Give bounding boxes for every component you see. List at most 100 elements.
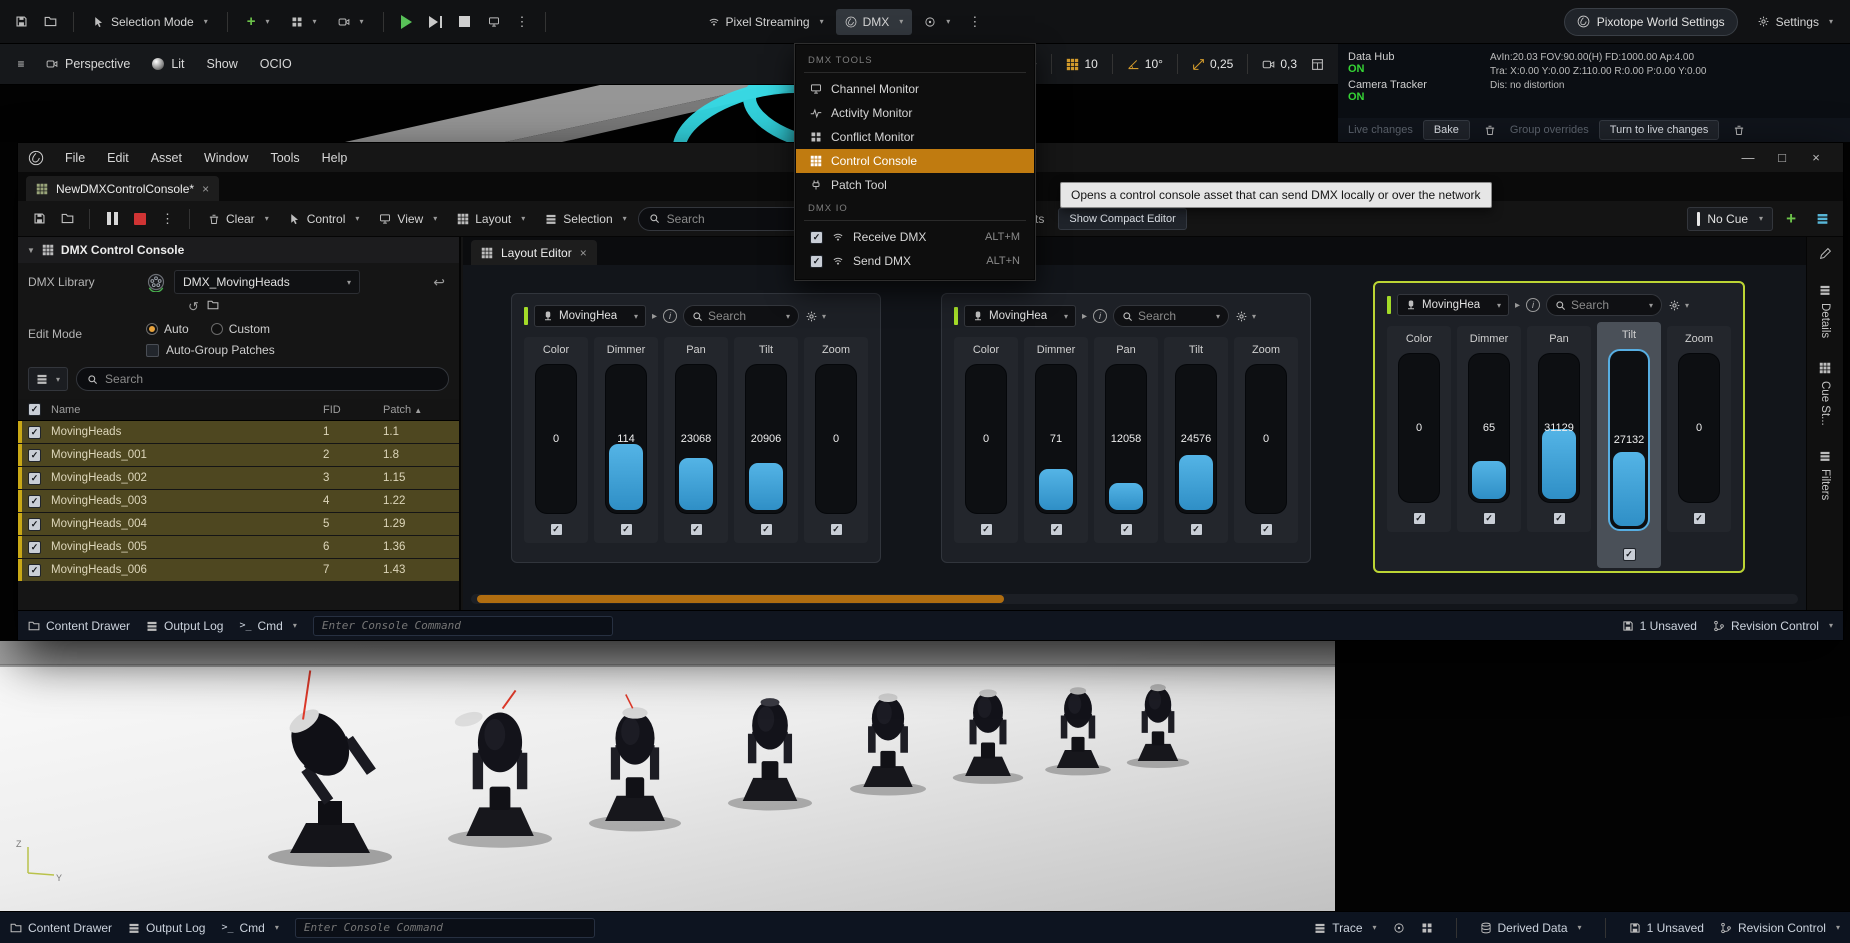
menubar-item-file[interactable]: File — [56, 143, 94, 172]
output-log-button[interactable]: Output Log — [128, 921, 205, 935]
fader-enable-checkbox[interactable]: ✓ — [1190, 523, 1203, 536]
output-log-button[interactable]: Output Log — [146, 619, 223, 633]
fader-color[interactable]: Color0✓ — [1387, 326, 1451, 532]
browse-asset-button[interactable] — [54, 206, 80, 232]
fader-dimmer[interactable]: Dimmer71✓ — [1024, 337, 1088, 543]
receive-dmx-checkbox[interactable]: ✓ — [810, 231, 823, 244]
dmx-dropdown-button[interactable]: DMX ▾ — [836, 9, 913, 35]
tab-cue-stack[interactable]: Cue St... — [1819, 362, 1831, 426]
fader-enable-checkbox[interactable]: ✓ — [1623, 548, 1636, 561]
fader-tilt[interactable]: Tilt20906✓ — [734, 337, 798, 543]
scale-snap-control[interactable]: 0,25 — [1185, 57, 1240, 71]
fader-track[interactable]: 114 — [605, 364, 647, 514]
frame-skip-button[interactable] — [423, 9, 449, 35]
ocio-dropdown[interactable]: OCIO — [250, 50, 302, 78]
fader-track[interactable]: 27132 — [1608, 349, 1650, 531]
patch-search-input[interactable]: Search — [76, 367, 449, 391]
tab-layout-editor[interactable]: Layout Editor × — [471, 240, 597, 265]
view-dropdown[interactable]: View▾ — [370, 206, 446, 232]
auto-group-patches-checkbox[interactable]: Auto-Group Patches — [146, 343, 275, 357]
fader-track[interactable]: 0 — [815, 364, 857, 514]
derived-data-dropdown[interactable]: Derived Data▾ — [1480, 921, 1582, 935]
fader-enable-checkbox[interactable]: ✓ — [1120, 523, 1133, 536]
save-console-button[interactable] — [26, 206, 52, 232]
menubar-item-asset[interactable]: Asset — [142, 143, 191, 172]
show-dropdown[interactable]: Show — [197, 50, 248, 78]
send-dmx-checkbox[interactable]: ✓ — [810, 255, 823, 268]
fader-track[interactable]: 0 — [1678, 353, 1720, 503]
lit-dropdown[interactable]: Lit — [142, 50, 194, 78]
fader-enable-checkbox[interactable]: ✓ — [830, 523, 843, 536]
auto-radio[interactable]: Auto — [146, 322, 189, 336]
maximize-button[interactable]: □ — [1765, 143, 1799, 172]
fader-color[interactable]: Color0✓ — [524, 337, 588, 543]
close-tab-icon[interactable]: × — [580, 246, 587, 260]
fader-track[interactable]: 65 — [1468, 353, 1510, 503]
fader-pan[interactable]: Pan12058✓ — [1094, 337, 1158, 543]
fader-track[interactable]: 0 — [1398, 353, 1440, 503]
settings-dropdown[interactable]: Settings ▾ — [1748, 9, 1842, 35]
menubar-item-edit[interactable]: Edit — [98, 143, 138, 172]
table-row[interactable]: ✓MovingHeads_00451.29 — [18, 513, 459, 535]
menubar-item-tools[interactable]: Tools — [261, 143, 308, 172]
viewport-3d-scene[interactable]: Z Y — [0, 641, 1335, 911]
stop-dmx-button[interactable] — [127, 206, 153, 232]
gdtf-reel-icon[interactable] — [146, 272, 166, 292]
table-row[interactable]: ✓MovingHeads_00341.22 — [18, 490, 459, 512]
close-button[interactable]: × — [1799, 143, 1833, 172]
info-icon[interactable]: i — [1093, 309, 1107, 323]
fader-enable-checkbox[interactable]: ✓ — [1413, 512, 1426, 525]
fader-track[interactable]: 24576 — [1175, 364, 1217, 514]
play-options-kebab[interactable]: ⋮ — [510, 14, 535, 30]
fader-enable-checkbox[interactable]: ✓ — [1693, 512, 1706, 525]
viewport-menu-icon[interactable]: ≡ — [8, 51, 34, 77]
perspective-dropdown[interactable]: Perspective — [36, 50, 140, 78]
tab-filters[interactable]: Filters — [1819, 450, 1831, 500]
fader-group[interactable]: MovingHea ▾ ▸ i Search ▾ ▾ Color0✓ — [941, 293, 1311, 563]
minimize-button[interactable]: — — [1731, 143, 1765, 172]
close-tab-icon[interactable]: × — [202, 182, 209, 196]
tab-details[interactable]: Details — [1819, 284, 1831, 338]
cmd-dropdown[interactable]: >_Cmd▾ — [239, 619, 296, 633]
cue-selector-dropdown[interactable]: No Cue ▾ — [1687, 207, 1773, 231]
table-row[interactable]: ✓MovingHeads11.1 — [18, 421, 459, 443]
rotation-snap-control[interactable]: 10° — [1120, 57, 1170, 71]
fader-zoom[interactable]: Zoom0✓ — [1667, 326, 1731, 532]
horizontal-scrollbar[interactable] — [471, 594, 1798, 604]
patch-table-header[interactable]: ✓ Name FID Patch ▲ — [18, 399, 459, 421]
custom-radio[interactable]: Custom — [211, 322, 270, 336]
console-command-input[interactable] — [295, 918, 595, 938]
fader-dimmer[interactable]: Dimmer65✓ — [1457, 326, 1521, 532]
fader-group-selected[interactable]: MovingHea ▾ ▸ i Search ▾ ▾ Color0✓ — [1373, 281, 1745, 573]
fader-track[interactable]: 0 — [535, 364, 577, 514]
group-search-input[interactable]: Search ▾ — [1546, 294, 1662, 316]
selection-mode-dropdown[interactable]: Selection Mode ▾ — [84, 9, 217, 35]
fader-pan[interactable]: Pan31129✓ — [1527, 326, 1591, 532]
cue-stack-icon[interactable] — [1809, 206, 1835, 232]
group-search-input[interactable]: Search ▾ — [1113, 305, 1229, 327]
clear-dropdown[interactable]: Clear▾ — [199, 206, 278, 232]
fader-enable-checkbox[interactable]: ✓ — [1050, 523, 1063, 536]
info-icon[interactable]: i — [1526, 298, 1540, 312]
horizontal-scrollbar-thumb[interactable] — [477, 595, 1004, 603]
playback-options-kebab[interactable]: ⋮ — [155, 211, 180, 227]
screenshot-icon[interactable] — [1421, 922, 1433, 934]
group-search-input[interactable]: Search ▾ — [683, 305, 799, 327]
menu-item-send-dmx[interactable]: ✓ Send DMX ALT+N — [796, 249, 1034, 273]
expand-arrow-icon[interactable]: ▸ — [1515, 300, 1520, 311]
browse-library-icon[interactable] — [207, 299, 219, 311]
row-checkbox[interactable]: ✓ — [28, 518, 41, 531]
asset-tab[interactable]: NewDMXControlConsole* × — [26, 176, 219, 201]
fader-enable-checkbox[interactable]: ✓ — [760, 523, 773, 536]
reload-library-icon[interactable]: ↺ — [188, 299, 199, 315]
bake-button[interactable]: Bake — [1423, 120, 1470, 140]
pixotope-world-settings-button[interactable]: Pixotope World Settings — [1564, 8, 1738, 36]
fader-group[interactable]: MovingHea ▾ ▸ i Search ▾ ▾ Color0✓ — [511, 293, 881, 563]
select-all-checkbox[interactable]: ✓ — [28, 403, 41, 416]
cinematics-dropdown[interactable]: ▾ — [329, 9, 373, 35]
trace-dropdown[interactable]: Trace▾ — [1314, 921, 1376, 935]
fader-enable-checkbox[interactable]: ✓ — [620, 523, 633, 536]
unsaved-status[interactable]: 1 Unsaved — [1629, 921, 1704, 935]
layout-dropdown[interactable]: Layout▾ — [448, 206, 534, 232]
fader-enable-checkbox[interactable]: ✓ — [550, 523, 563, 536]
